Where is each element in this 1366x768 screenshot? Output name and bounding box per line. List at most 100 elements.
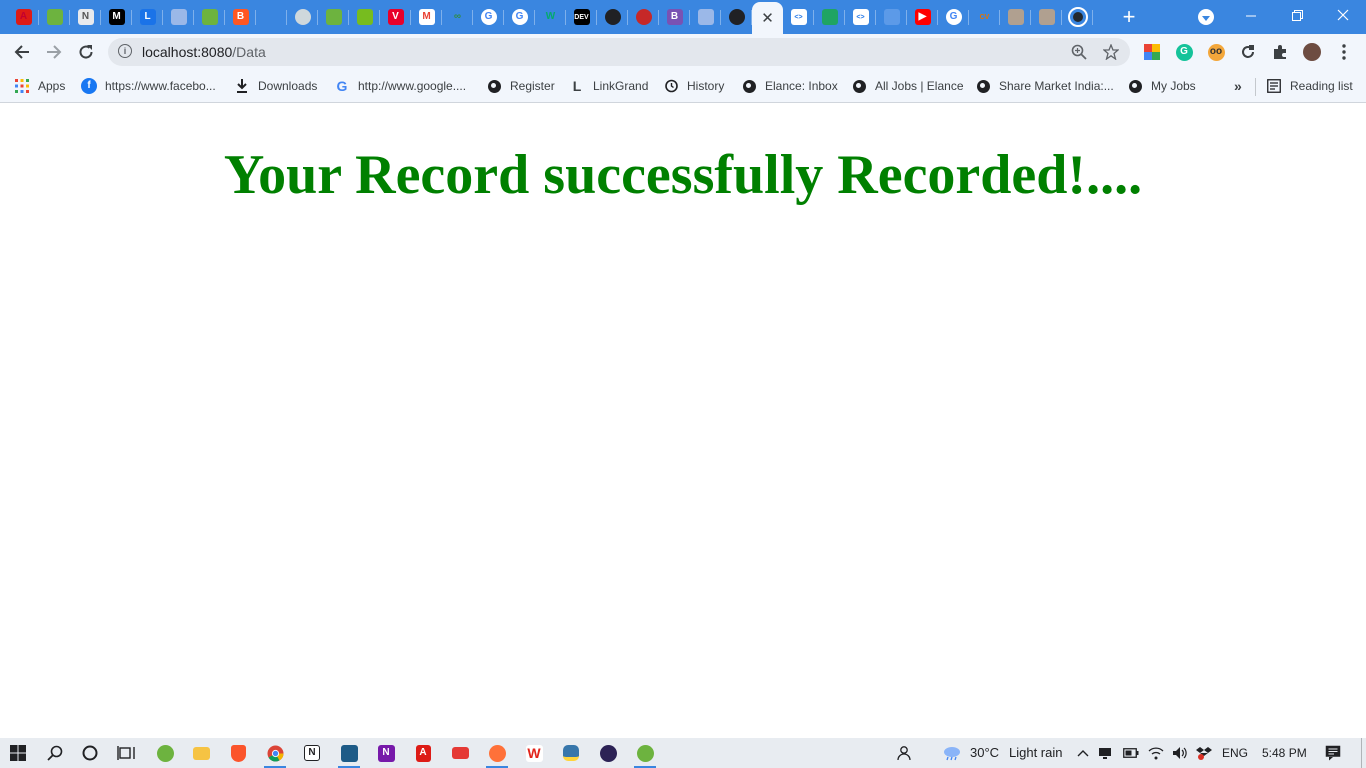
close-icon[interactable]: ✕ [761, 9, 774, 27]
browser-tab[interactable] [597, 3, 628, 31]
browser-tab[interactable]: N [70, 3, 101, 31]
bookmark-linkgrand[interactable]: L LinkGrand [569, 76, 649, 96]
dropbox-icon[interactable] [1191, 741, 1217, 765]
taskbar-file-explorer[interactable] [186, 741, 216, 765]
browser-tab[interactable]: B [225, 3, 256, 31]
cortana-button[interactable] [75, 741, 105, 765]
site-info-icon[interactable]: i [118, 44, 132, 58]
browser-tab[interactable] [814, 3, 845, 31]
show-desktop-button[interactable] [1361, 738, 1366, 768]
extensions-puzzle-icon[interactable] [1270, 42, 1290, 62]
bookmark-google[interactable]: G http://www.google.... [334, 76, 467, 96]
search-button[interactable] [40, 741, 70, 765]
browser-tab[interactable]: ∞ [442, 3, 473, 31]
wifi-icon[interactable] [1143, 741, 1169, 765]
weather-desc[interactable]: Light rain [1009, 745, 1062, 760]
browser-tab[interactable] [1062, 3, 1093, 31]
minimize-button[interactable] [1228, 0, 1274, 30]
browser-tab[interactable]: DEV [566, 3, 597, 31]
browser-tab[interactable] [876, 3, 907, 31]
bookmark-history[interactable]: History [663, 76, 724, 96]
grammarly-extension-icon[interactable]: G [1174, 42, 1194, 62]
bookmark-share-market[interactable]: Share Market India:... [975, 76, 1114, 96]
bookmark-all-jobs-elance[interactable]: All Jobs | Elance [851, 76, 964, 96]
taskbar-chrome[interactable] [260, 741, 290, 768]
browser-tab[interactable]: G [473, 3, 504, 31]
menu-kebab-icon[interactable] [1334, 42, 1354, 62]
browser-tab[interactable] [163, 3, 194, 31]
bookmark-apps[interactable]: Apps [14, 76, 65, 96]
browser-tab[interactable]: L [132, 3, 163, 31]
profile-avatar[interactable] [1302, 42, 1322, 62]
browser-tab[interactable] [287, 3, 318, 31]
extension-glasses-icon[interactable]: oo [1206, 42, 1226, 62]
taskbar-wps-office[interactable]: W [519, 741, 549, 765]
browser-tab[interactable]: ✕ [752, 2, 783, 34]
bookmark-star-icon[interactable] [1102, 43, 1120, 61]
browser-tab[interactable] [318, 3, 349, 31]
browser-tab[interactable]: B [659, 3, 690, 31]
url-text[interactable]: localhost:8080/Data [142, 44, 266, 60]
browser-tab[interactable]: G [504, 3, 535, 31]
taskbar-mysql-workbench[interactable] [334, 741, 364, 768]
browser-tab[interactable] [721, 3, 752, 31]
tab-search-button[interactable] [1198, 9, 1214, 25]
taskbar-angular[interactable]: A [408, 741, 438, 765]
notifications-button[interactable] [1318, 741, 1348, 765]
forward-button[interactable] [42, 40, 66, 64]
browser-tab[interactable] [349, 3, 380, 31]
browser-tab[interactable]: CV [969, 3, 1000, 31]
bookmark-downloads[interactable]: Downloads [234, 76, 317, 96]
weather-temp[interactable]: 30°C [970, 745, 999, 760]
browser-tab[interactable]: <> [845, 3, 876, 31]
bookmark-register[interactable]: Register [486, 76, 555, 96]
new-tab-button[interactable]: + [1117, 4, 1141, 29]
extension-refresh-icon[interactable] [1238, 42, 1258, 62]
language-indicator[interactable]: ENG [1222, 746, 1248, 760]
volume-icon[interactable] [1167, 741, 1193, 765]
browser-tab[interactable]: W [535, 3, 566, 31]
browser-tab[interactable] [256, 3, 287, 31]
start-button[interactable] [3, 741, 33, 765]
browser-tab[interactable]: A [8, 3, 39, 31]
weather-widget[interactable] [937, 741, 967, 765]
taskbar-firefox[interactable] [482, 741, 512, 768]
browser-tab[interactable] [690, 3, 721, 31]
color-palette-extension-icon[interactable] [1142, 42, 1162, 62]
browser-tab[interactable]: M [101, 3, 132, 31]
taskbar-spring-tool-suite[interactable] [150, 741, 180, 765]
browser-tab[interactable] [1031, 3, 1062, 31]
taskbar-brave[interactable] [223, 741, 253, 765]
browser-tab[interactable]: M [411, 3, 442, 31]
browser-tab[interactable]: V [380, 3, 411, 31]
zoom-icon[interactable] [1070, 43, 1088, 61]
taskbar-python[interactable] [556, 741, 586, 765]
taskbar-screen-recorder[interactable] [445, 741, 475, 765]
bookmarks-overflow-button[interactable]: » [1234, 76, 1242, 96]
browser-tab[interactable] [1000, 3, 1031, 31]
people-button[interactable] [888, 741, 918, 765]
close-window-button[interactable] [1320, 0, 1366, 30]
browser-tab[interactable]: G [938, 3, 969, 31]
tray-display-icon[interactable] [1092, 741, 1118, 765]
battery-icon[interactable] [1118, 741, 1144, 765]
bookmark-my-jobs[interactable]: My Jobs [1127, 76, 1196, 96]
reload-button[interactable] [74, 40, 98, 64]
clock[interactable]: 5:48 PM [1262, 746, 1307, 760]
restore-button[interactable] [1274, 0, 1320, 30]
back-button[interactable] [10, 40, 34, 64]
taskbar-spring-tool-suite-2[interactable] [630, 741, 660, 768]
browser-tab[interactable] [628, 3, 659, 31]
browser-tab[interactable]: ▶ [907, 3, 938, 31]
task-view-button[interactable] [111, 741, 141, 765]
taskbar-eclipse[interactable] [593, 741, 623, 765]
reading-list-button[interactable]: Reading list [1266, 76, 1353, 96]
taskbar-onenote[interactable]: N [371, 741, 401, 765]
bookmark-facebook[interactable]: f https://www.facebo... [81, 76, 216, 96]
address-bar[interactable]: i localhost:8080/Data [108, 38, 1130, 66]
browser-tab[interactable] [39, 3, 70, 31]
browser-tab[interactable] [194, 3, 225, 31]
taskbar-notion[interactable]: N [297, 741, 327, 765]
bookmark-elance-inbox[interactable]: Elance: Inbox [741, 76, 838, 96]
browser-tab[interactable]: <> [783, 3, 814, 31]
